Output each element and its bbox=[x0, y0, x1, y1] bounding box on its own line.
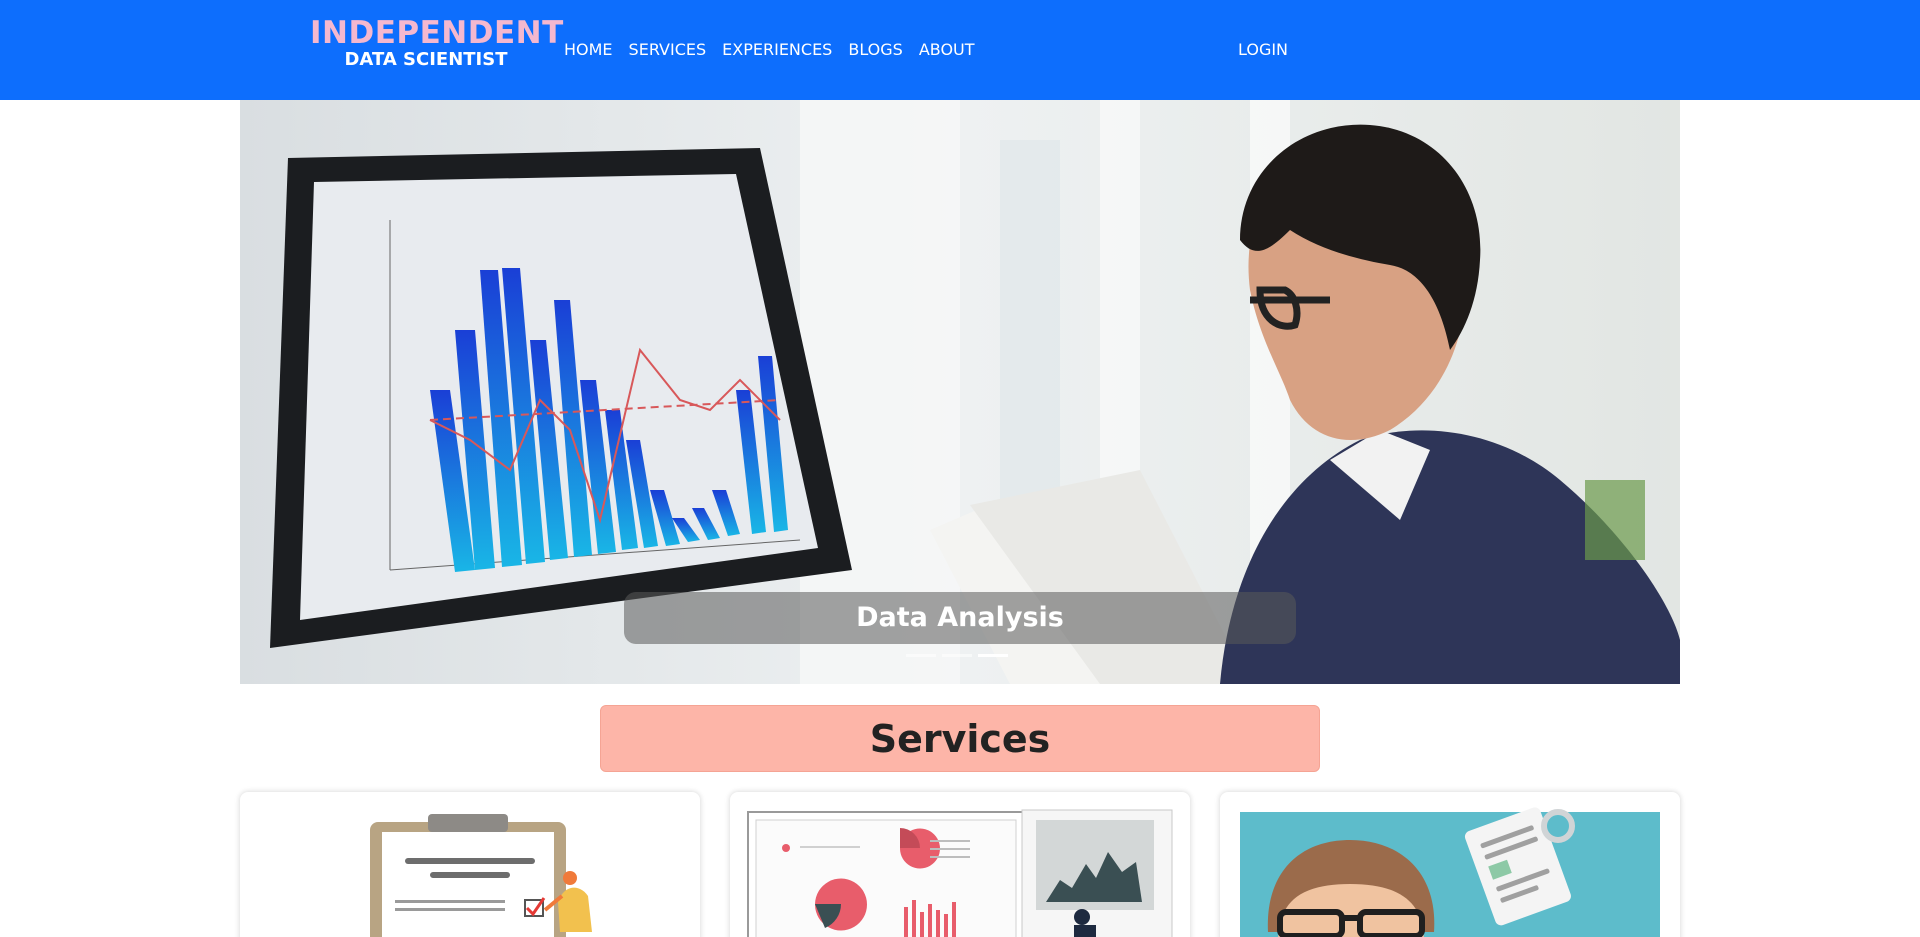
nav-experiences[interactable]: EXPERIENCES bbox=[722, 39, 832, 61]
account-nav: LOGIN bbox=[1238, 39, 1304, 61]
services-title: Services bbox=[869, 717, 1051, 761]
nav-about[interactable]: ABOUT bbox=[919, 39, 975, 61]
services-heading-banner: Services bbox=[600, 705, 1320, 772]
carousel-indicator-3[interactable] bbox=[978, 654, 1008, 657]
service-card-1[interactable] bbox=[240, 792, 700, 937]
service-card-3[interactable] bbox=[1220, 792, 1680, 937]
analytics-illustration bbox=[747, 809, 1173, 937]
brand-title: INDEPENDENT bbox=[310, 15, 564, 51]
nav-home[interactable]: HOME bbox=[564, 39, 613, 61]
service-card-2[interactable] bbox=[730, 792, 1190, 937]
nav-blogs[interactable]: BLOGS bbox=[848, 39, 902, 61]
brand-logo[interactable]: INDEPENDENT DATA SCIENTIST bbox=[310, 15, 564, 71]
nav-services[interactable]: SERVICES bbox=[629, 39, 707, 61]
carousel-indicator-1[interactable] bbox=[906, 654, 936, 657]
carousel-indicators bbox=[906, 654, 1008, 657]
carousel-caption: Data Analysis bbox=[856, 602, 1064, 633]
navbar: INDEPENDENT DATA SCIENTIST HOME SERVICES… bbox=[0, 0, 1920, 100]
main-nav: HOME SERVICES EXPERIENCES BLOGS ABOUT bbox=[564, 39, 991, 61]
consultant-illustration bbox=[1240, 807, 1660, 937]
brand-subtitle: DATA SCIENTIST bbox=[344, 49, 508, 70]
carousel-indicator-2[interactable] bbox=[942, 654, 972, 657]
checklist-illustration bbox=[370, 814, 592, 937]
login-link[interactable]: LOGIN bbox=[1238, 39, 1288, 61]
hero-carousel[interactable]: Data Analysis bbox=[240, 100, 1680, 684]
